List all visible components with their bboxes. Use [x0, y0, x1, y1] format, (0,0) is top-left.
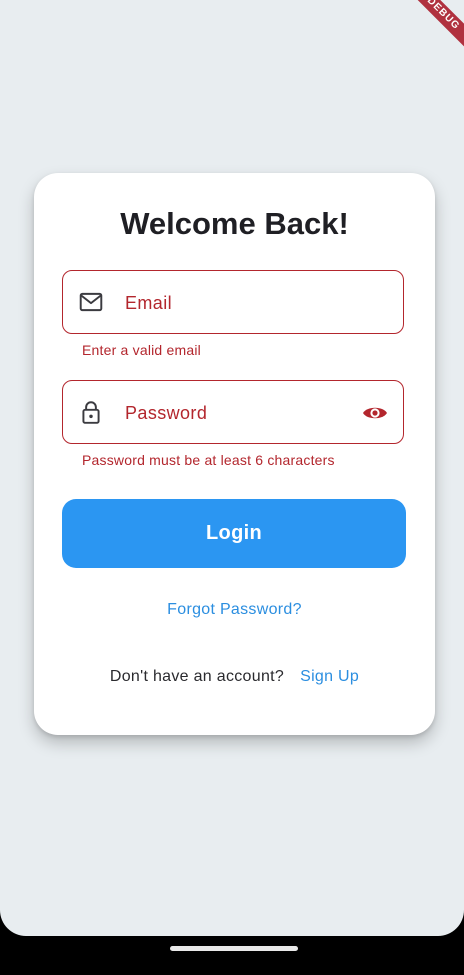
signup-row: Don't have an account? Sign Up: [34, 668, 435, 686]
app-screen: DEBUG Welcome Back! Email Enter a valid …: [0, 0, 464, 936]
debug-banner: DEBUG: [398, 0, 464, 59]
login-card: Welcome Back! Email Enter a valid email …: [34, 173, 435, 735]
email-field[interactable]: Email: [62, 270, 404, 334]
signup-link[interactable]: Sign Up: [300, 668, 359, 685]
login-button[interactable]: Login: [62, 499, 406, 568]
email-placeholder: Email: [125, 293, 173, 313]
eye-icon[interactable]: [361, 401, 389, 425]
password-error: Password must be at least 6 characters: [82, 452, 335, 468]
password-field[interactable]: Password: [62, 380, 404, 444]
page-title: Welcome Back!: [120, 206, 349, 241]
password-placeholder: Password: [125, 403, 208, 423]
email-error: Enter a valid email: [82, 342, 201, 358]
signup-prompt: Don't have an account?: [109, 668, 285, 685]
lock-icon: [82, 401, 100, 424]
mail-icon: [79, 292, 103, 312]
forgot-password-link[interactable]: Forgot Password?: [34, 601, 435, 619]
home-indicator[interactable]: [170, 946, 298, 951]
